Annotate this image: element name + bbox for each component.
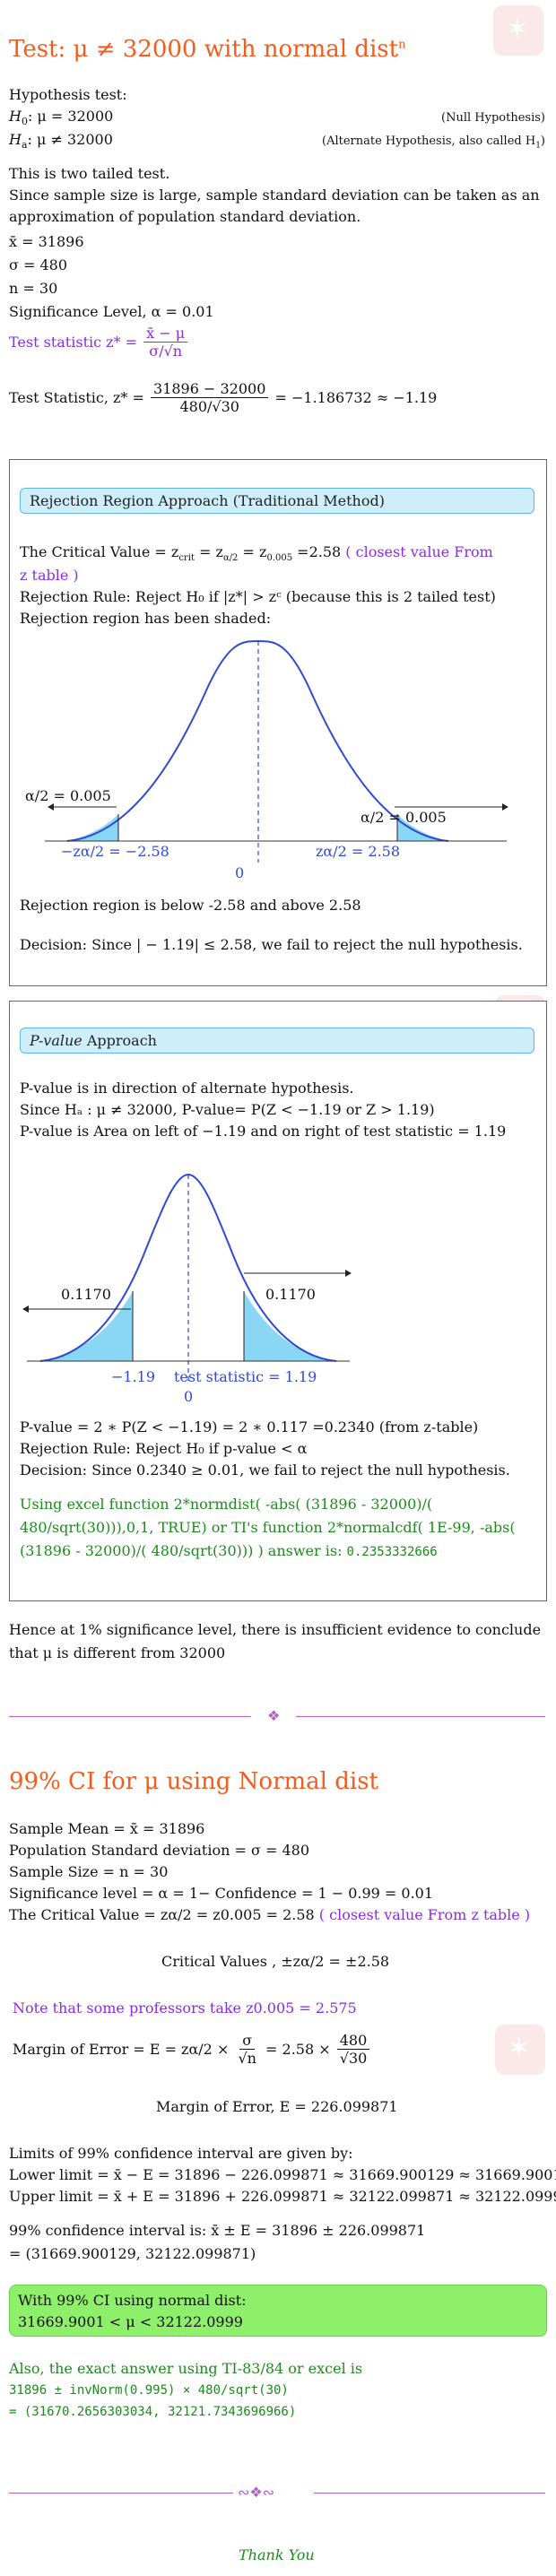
ha-note: (Alternate Hypothesis, also called H1) xyxy=(322,134,545,151)
lower-limit: Lower limit = x̄ − E = 31896 − 226.09987… xyxy=(9,2166,556,2183)
exact-line-1: Also, the exact answer using TI-83/84 or… xyxy=(9,2360,363,2377)
h0-line: H0: μ = 32000 xyxy=(9,108,114,128)
given-n: n = 30 xyxy=(9,280,58,297)
pvalue-chart xyxy=(22,1173,352,1381)
intro-line-3: approximation of population standard dev… xyxy=(9,208,361,225)
pvalue-calc: P-value = 2 ∗ P(Z < −1.19) = 2 ∗ 0.117 =… xyxy=(20,1418,479,1435)
pvalue-header: P-value Approach xyxy=(20,1028,534,1054)
rejection-region-text: Rejection region is below -2.58 and abov… xyxy=(20,897,361,914)
given-xbar: x̄ = 31896 xyxy=(9,233,84,250)
right-arrow-head xyxy=(502,803,508,811)
pvalue-right-arrow-head xyxy=(345,1270,352,1277)
excel-line-2: 480/sqrt(30))),0,1, TRUE) or TI's functi… xyxy=(20,1519,516,1536)
ci-critical-values: Critical Values , ±zα/2 = ±2.58 xyxy=(161,1953,390,1970)
pvalue-line-1: P-value is in direction of alternate hyp… xyxy=(20,1080,354,1097)
left-critical-label: −zα/2 = −2.58 xyxy=(61,843,169,860)
h0-note: (Null Hypothesis) xyxy=(441,111,545,125)
watermark-logo-top xyxy=(493,5,543,56)
professor-note: Note that some professors take z0.005 = … xyxy=(13,1999,357,2017)
ci-result-line-1: With 99% CI using normal dist: xyxy=(18,2292,247,2309)
exact-line-2: 31896 ± invNorm(0.995) × 480/sqrt(30) xyxy=(9,2383,289,2398)
pvalue-left-tick-label: −1.19 xyxy=(111,1368,156,1385)
divider-ornament-icon: ❖ xyxy=(267,1707,281,1724)
ci-mean: Sample Mean = x̄ = 31896 xyxy=(9,1820,205,1837)
ci-sd: Population Standard deviation = σ = 480 xyxy=(9,1842,310,1859)
pvalue-left-area-label: 0.1170 xyxy=(61,1286,111,1303)
test-statistic-formula: Test statistic z* = x̄ − μ σ/√n xyxy=(9,325,189,360)
ci-interval-line-2: = (31669.900129, 32122.099871) xyxy=(9,2245,256,2262)
bottom-divider-ornament-icon: ∾❖∾ xyxy=(238,2484,275,2501)
rejection-rule: Rejection Rule: Reject H₀ if |z*| > zᶜ (… xyxy=(20,588,496,605)
excel-line-3: (31896 - 32000)/( 480/sqrt(30))) ) answe… xyxy=(20,1542,438,1559)
excel-line-1: Using excel function 2*normdist( -abs( (… xyxy=(20,1496,433,1513)
right-critical-label: zα/2 = 2.58 xyxy=(316,843,401,860)
zero-label: 0 xyxy=(235,864,245,881)
pvalue-zero-label: 0 xyxy=(184,1388,194,1405)
bottom-divider-right xyxy=(314,2493,545,2494)
section-divider xyxy=(9,1716,251,1717)
exact-line-3: = (31670.2656303034, 32121.7343696966) xyxy=(9,2405,297,2419)
given-sigma: σ = 480 xyxy=(9,256,68,273)
test-statistic-calculation: Test Statistic, z* = 31896 − 32000 480/√3… xyxy=(9,380,438,416)
conclusion-line-1: Hence at 1% significance level, there is… xyxy=(9,1621,542,1638)
watermark-logo-bottom xyxy=(495,2025,545,2075)
pvalue-left-arrow-head xyxy=(22,1305,29,1313)
left-arrow-head xyxy=(48,803,54,811)
pvalue-right-tick-label: test statistic = 1.19 xyxy=(174,1368,317,1385)
thank-you: Thank You xyxy=(239,2546,315,2563)
page-title: Test: μ ≠ 32000 with normal distn xyxy=(9,36,406,63)
rejection-shaded-note: Rejection region has been shaded: xyxy=(20,610,272,627)
critical-value-note: z table ) xyxy=(20,567,79,584)
pvalue-line-3: P-value is Area on left of −1.19 and on … xyxy=(20,1123,507,1140)
ci-interval-line-1: 99% confidence interval is: x̄ ± E = 318… xyxy=(9,2222,426,2239)
ci-significance: Significance level = α = 1− Confidence =… xyxy=(9,1885,434,1902)
section-divider-right xyxy=(296,1716,545,1717)
limits-heading: Limits of 99% confidence interval are gi… xyxy=(9,2145,353,2162)
pvalue-decision: Decision: Since 0.2340 ≥ 0.01, we fail t… xyxy=(20,1461,510,1479)
ci-critical-value: The Critical Value = zα/2 = z0.005 = 2.5… xyxy=(9,1906,531,1923)
margin-of-error-formula: Margin of Error = E = zα/2 × σ √n = 2.58 … xyxy=(13,2032,371,2067)
ha-line: Ha: μ ≠ 32000 xyxy=(9,131,113,152)
margin-of-error-result: Margin of Error, E = 226.099871 xyxy=(156,2098,398,2115)
pvalue-rule: Rejection Rule: Reject H₀ if p-value < α xyxy=(20,1440,308,1457)
intro-line-1: This is two tailed test. xyxy=(9,165,170,182)
hypothesis-heading: Hypothesis test: xyxy=(9,86,127,103)
critical-value-line: The Critical Value = zcrit = zα/2 = z0.0… xyxy=(20,543,493,564)
bottom-divider-left xyxy=(9,2493,233,2494)
ci-size: Sample Size = n = 30 xyxy=(9,1863,169,1880)
ci-title: 99% CI for μ using Normal dist xyxy=(9,1768,378,1795)
right-alpha-label: α/2 = 0.005 xyxy=(361,809,447,826)
pvalue-line-2: Since Hₐ : μ ≠ 32000, P-value= P(Z < −1.… xyxy=(20,1101,435,1118)
left-alpha-label: α/2 = 0.005 xyxy=(25,787,111,804)
intro-line-2: Since sample size is large, sample stand… xyxy=(9,186,540,204)
conclusion-line-2: that μ is different from 32000 xyxy=(9,1644,226,1661)
given-alpha: Significance Level, α = 0.01 xyxy=(9,303,214,320)
rejection-left-tail xyxy=(67,814,118,841)
upper-limit: Upper limit = x̄ + E = 31896 + 226.09987… xyxy=(9,2188,556,2205)
ci-result-line-2: 31669.9001 < μ < 32122.0999 xyxy=(18,2313,243,2330)
pvalue-right-area-label: 0.1170 xyxy=(265,1286,316,1303)
rejection-region-header: Rejection Region Approach (Traditional M… xyxy=(20,488,534,514)
rejection-decision: Decision: Since | − 1.19| ≤ 2.58, we fai… xyxy=(20,936,523,953)
